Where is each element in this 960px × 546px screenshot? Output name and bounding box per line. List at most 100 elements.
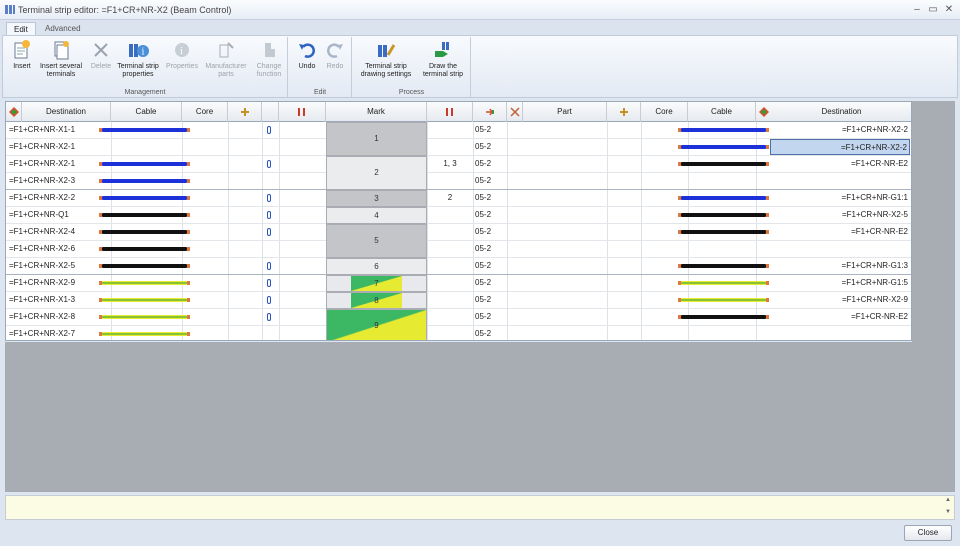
jumper-cell[interactable]: [427, 292, 473, 308]
sheet-ref-cell[interactable]: 05-2: [475, 122, 505, 138]
jumper-cell[interactable]: [427, 241, 473, 257]
bridge-icon[interactable]: [267, 228, 271, 236]
sheet-ref-cell[interactable]: 05-2: [475, 156, 505, 172]
header-right-core[interactable]: Core: [641, 102, 688, 122]
terminal-mark-cell[interactable]: 7: [326, 275, 427, 292]
insert-button[interactable]: Insert: [6, 39, 38, 71]
jumper-cell[interactable]: [427, 275, 473, 291]
left-destination-cell[interactable]: =F1+CR+NR-X2-6: [9, 241, 109, 257]
close-button[interactable]: Close: [904, 525, 952, 541]
right-destination-cell[interactable]: =F1+CR-NR-E2: [772, 156, 908, 172]
table-row[interactable]: =F1+CR+NR-X2-2 2 05-2 =F1+CR+NR-G1:1: [6, 190, 911, 207]
table-row[interactable]: =F1+CR+NR-X1-1 05-2 =F1+CR+NR-X2-2: [6, 122, 911, 139]
sheet-ref-cell[interactable]: 05-2: [475, 241, 505, 257]
left-destination-cell[interactable]: =F1+CR+NR-X2-9: [9, 275, 109, 291]
jumper-cell[interactable]: [427, 122, 473, 138]
right-destination-cell[interactable]: [772, 326, 908, 340]
header-jumper-2[interactable]: [427, 102, 473, 122]
change-function-button[interactable]: Change function: [251, 39, 287, 79]
jumper-cell[interactable]: [427, 139, 473, 155]
sheet-ref-cell[interactable]: 05-2: [475, 309, 505, 325]
right-destination-cell[interactable]: =F1+CR+NR-X2-9: [772, 292, 908, 308]
left-destination-cell[interactable]: =F1+CR+NR-X2-2: [9, 190, 109, 206]
header-jumper[interactable]: [279, 102, 326, 122]
terminal-mark-cell[interactable]: 3: [326, 190, 427, 207]
left-destination-cell[interactable]: =F1+CR+NR-X2-3: [9, 173, 109, 189]
right-destination-cell[interactable]: =F1+CR+NR-X2-2: [772, 122, 908, 138]
header-left-destination[interactable]: Destination: [22, 102, 111, 122]
table-row[interactable]: =F1+CR+NR-X2-4 05-2 =F1+CR-NR-E2: [6, 224, 911, 241]
maximize-button[interactable]: ▭: [926, 4, 940, 16]
terminal-mark-cell[interactable]: 2: [326, 156, 427, 190]
redo-button[interactable]: Redo: [321, 39, 349, 71]
bridge-icon[interactable]: [267, 126, 271, 134]
terminal-mark-cell[interactable]: 9: [326, 309, 427, 340]
sheet-ref-cell[interactable]: 05-2: [475, 292, 505, 308]
terminal-mark-cell[interactable]: 1: [326, 122, 427, 156]
left-destination-cell[interactable]: =F1+CR+NR-Q1: [9, 207, 109, 223]
tab-edit[interactable]: Edit: [6, 22, 36, 35]
jumper-cell[interactable]: 1, 3: [427, 156, 473, 172]
table-row[interactable]: =F1+CR+NR-X2-7 05-2: [6, 326, 911, 340]
jumper-cell[interactable]: 2: [427, 190, 473, 206]
sheet-ref-cell[interactable]: 05-2: [475, 224, 505, 240]
header-left-core[interactable]: Core: [182, 102, 228, 122]
left-destination-cell[interactable]: =F1+CR+NR-X2-7: [9, 326, 109, 340]
terminal-mark-cell[interactable]: 6: [326, 258, 427, 275]
left-destination-cell[interactable]: =F1+CR+NR-X2-1: [9, 156, 109, 172]
left-destination-cell[interactable]: =F1+CR+NR-X1-3: [9, 292, 109, 308]
right-destination-cell[interactable]: =F1+CR+NR-X2-2: [770, 139, 910, 155]
header-right-conn[interactable]: [607, 102, 641, 122]
bridge-icon[interactable]: [267, 160, 271, 168]
left-destination-cell[interactable]: =F1+CR+NR-X2-1: [9, 139, 109, 155]
right-destination-cell[interactable]: [772, 173, 908, 189]
scroll-down-icon[interactable]: ▼: [945, 509, 951, 515]
header-sheet[interactable]: [473, 102, 507, 122]
properties-button[interactable]: i Properties: [163, 39, 201, 71]
table-row[interactable]: =F1+CR+NR-X2-1 05-2 =F1+CR+NR-X2-2: [6, 139, 911, 156]
table-row[interactable]: =F1+CR+NR-Q1 05-2 =F1+CR+NR-X2-5: [6, 207, 911, 224]
bridge-icon[interactable]: [267, 313, 271, 321]
table-row[interactable]: =F1+CR+NR-X2-9 05-2 =F1+CR+NR-G1:5: [6, 275, 911, 292]
terminal-mark-cell[interactable]: 5: [326, 224, 427, 258]
manufacturer-parts-button[interactable]: Manufacturer parts: [201, 39, 251, 79]
table-row[interactable]: =F1+CR+NR-X2-6 05-2: [6, 241, 911, 258]
table-row[interactable]: =F1+CR+NR-X2-1 1, 3 05-2 =F1+CR-NR-E2: [6, 156, 911, 173]
left-destination-cell[interactable]: =F1+CR+NR-X2-5: [9, 258, 109, 274]
right-destination-cell[interactable]: =F1+CR+NR-G1:3: [772, 258, 908, 274]
right-destination-cell[interactable]: =F1+CR+NR-G1:5: [772, 275, 908, 291]
sheet-ref-cell[interactable]: 05-2: [475, 258, 505, 274]
jumper-cell[interactable]: [427, 258, 473, 274]
jumper-cell[interactable]: [427, 309, 473, 325]
terminal-mark-cell[interactable]: 4: [326, 207, 427, 224]
jumper-cell[interactable]: [427, 173, 473, 189]
table-row[interactable]: =F1+CR+NR-X1-3 05-2 =F1+CR+NR-X2-9: [6, 292, 911, 309]
minimize-button[interactable]: ‒: [910, 4, 924, 16]
table-row[interactable]: =F1+CR+NR-X2-5 05-2 =F1+CR+NR-G1:3: [6, 258, 911, 275]
header-left-cable[interactable]: Cable: [111, 102, 182, 122]
right-destination-cell[interactable]: =F1+CR+NR-G1:1: [772, 190, 908, 206]
sheet-ref-cell[interactable]: 05-2: [475, 275, 505, 291]
sheet-ref-cell[interactable]: 05-2: [475, 326, 505, 340]
left-destination-cell[interactable]: =F1+CR+NR-X2-8: [9, 309, 109, 325]
sheet-ref-cell[interactable]: 05-2: [475, 139, 505, 155]
jumper-cell[interactable]: [427, 207, 473, 223]
header-mark[interactable]: Mark: [326, 102, 427, 122]
header-left-conn[interactable]: [228, 102, 262, 122]
terminal-mark-cell[interactable]: 8: [326, 292, 427, 309]
right-destination-cell[interactable]: =F1+CR-NR-E2: [772, 309, 908, 325]
sheet-ref-cell[interactable]: 05-2: [475, 207, 505, 223]
jumper-cell[interactable]: [427, 326, 473, 340]
bridge-icon[interactable]: [267, 194, 271, 202]
draw-terminal-strip-button[interactable]: Draw the terminal strip: [417, 39, 469, 79]
bridge-icon[interactable]: [267, 262, 271, 270]
drawing-settings-button[interactable]: Terminal strip drawing settings: [356, 39, 416, 79]
delete-button[interactable]: Delete: [87, 39, 115, 71]
scroll-up-icon[interactable]: ▲: [945, 497, 951, 503]
sheet-ref-cell[interactable]: 05-2: [475, 173, 505, 189]
left-destination-cell[interactable]: =F1+CR+NR-X1-1: [9, 122, 109, 138]
jumper-cell[interactable]: [427, 224, 473, 240]
right-destination-cell[interactable]: =F1+CR+NR-X2-5: [772, 207, 908, 223]
undo-button[interactable]: Undo: [293, 39, 321, 71]
sheet-ref-cell[interactable]: 05-2: [475, 190, 505, 206]
